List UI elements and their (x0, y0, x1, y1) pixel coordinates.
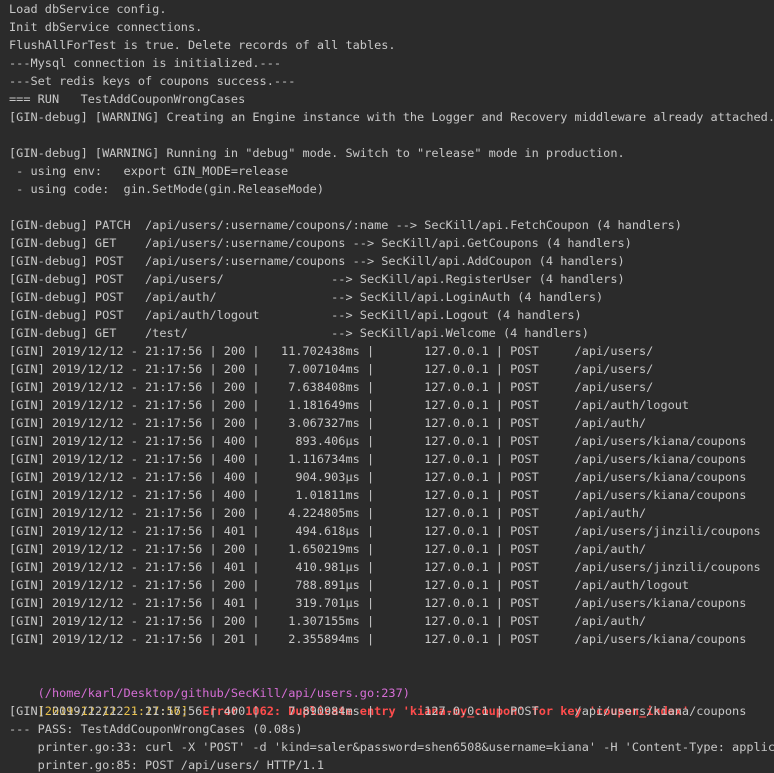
tail-lines: [GIN] 2019/12/12 - 21:17:56 | 400 | 7.89… (9, 702, 774, 773)
log-line: [GIN] 2019/12/12 - 21:17:56 | 400 | 893.… (9, 434, 747, 448)
log-lines: Load dbService config. Init dbService con… (9, 0, 774, 666)
log-line: [GIN-debug] GET /test/ --> SecKill/api.W… (9, 326, 589, 340)
log-line: [GIN] 2019/12/12 - 21:17:56 | 201 | 2.35… (9, 632, 747, 646)
log-line: [GIN] 2019/12/12 - 21:17:56 | 200 | 11.7… (9, 344, 654, 358)
log-line: [GIN] 2019/12/12 - 21:17:56 | 200 | 7.00… (9, 362, 654, 376)
log-line: [GIN-debug] POST /api/users/ --> SecKill… (9, 272, 625, 286)
log-line: FlushAllForTest is true. Delete records … (9, 38, 396, 52)
log-line: [GIN] 2019/12/12 - 21:17:56 | 400 | 1.11… (9, 452, 747, 466)
log-line: --- PASS: TestAddCouponWrongCases (0.08s… (9, 722, 303, 736)
log-line: [GIN] 2019/12/12 - 21:17:56 | 200 | 7.63… (9, 380, 654, 394)
log-line: [GIN-debug] [WARNING] Running in "debug"… (9, 146, 625, 160)
log-line: - using env: export GIN_MODE=release (9, 164, 289, 178)
log-line: printer.go:33: curl -X 'POST' -d 'kind=s… (9, 740, 774, 754)
log-line: [GIN] 2019/12/12 - 21:17:56 | 200 | 1.18… (9, 398, 690, 412)
terminal-output[interactable]: Load dbService config. Init dbService con… (0, 0, 774, 773)
log-line: [GIN] 2019/12/12 - 21:17:56 | 400 | 904.… (9, 470, 747, 484)
log-line: [GIN] 2019/12/12 - 21:17:56 | 400 | 1.01… (9, 488, 747, 502)
log-line: === RUN TestAddCouponWrongCases (9, 92, 246, 106)
log-line: [GIN] 2019/12/12 - 21:17:56 | 200 | 4.22… (9, 506, 647, 520)
log-line: [GIN-debug] PATCH /api/users/:username/c… (9, 218, 682, 232)
log-line: [GIN] 2019/12/12 - 21:17:56 | 200 | 3.06… (9, 416, 647, 430)
log-line: Init dbService connections. (9, 20, 203, 34)
log-line: ---Set redis keys of coupons success.--- (9, 74, 296, 88)
log-line: [GIN] 2019/12/12 - 21:17:56 | 400 | 7.89… (9, 704, 747, 718)
log-line: [GIN] 2019/12/12 - 21:17:56 | 200 | 1.30… (9, 614, 647, 628)
error-source-path: (/home/karl/Desktop/github/SecKill/api/u… (37, 686, 410, 700)
log-line: [GIN-debug] GET /api/users/:username/cou… (9, 236, 632, 250)
log-line: [GIN-debug] POST /api/auth/logout --> Se… (9, 308, 582, 322)
log-line: [GIN] 2019/12/12 - 21:17:56 | 401 | 319.… (9, 596, 747, 610)
log-line: [GIN-debug] [WARNING] Creating an Engine… (9, 110, 774, 124)
log-line: Load dbService config. (9, 2, 167, 16)
log-line: [GIN-debug] POST /api/users/:username/co… (9, 254, 625, 268)
log-line: [GIN] 2019/12/12 - 21:17:56 | 200 | 1.65… (9, 542, 647, 556)
log-line: [GIN] 2019/12/12 - 21:17:56 | 401 | 410.… (9, 560, 761, 574)
error-path-line: (/home/karl/Desktop/github/SecKill/api/u… (9, 666, 774, 700)
log-line: [GIN-debug] POST /api/auth/ --> SecKill/… (9, 290, 604, 304)
log-line: - using code: gin.SetMode(gin.ReleaseMod… (9, 182, 324, 196)
log-line: printer.go:85: POST /api/users/ HTTP/1.1 (9, 758, 324, 772)
log-line: [GIN] 2019/12/12 - 21:17:56 | 401 | 494.… (9, 524, 761, 538)
log-line: [GIN] 2019/12/12 - 21:17:56 | 200 | 788.… (9, 578, 690, 592)
log-line: ---Mysql connection is initialized.--- (9, 56, 282, 70)
